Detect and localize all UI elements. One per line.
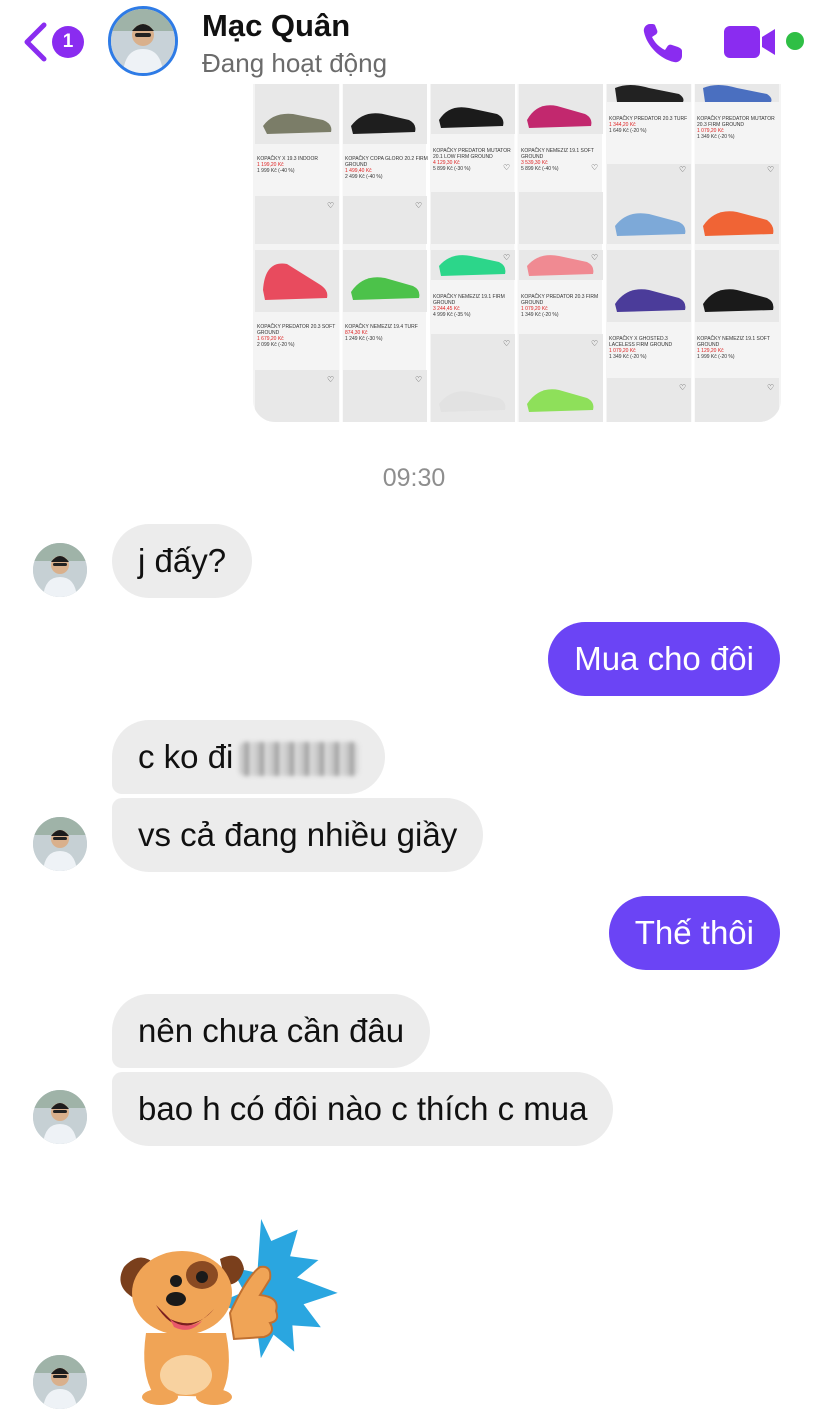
contact-avatar-small[interactable] (33, 1090, 87, 1144)
contact-name[interactable]: Mạc Quân (202, 8, 350, 44)
message-text: Thế thôi (634, 914, 754, 951)
product-info: KOPAČKY COPA GLORO 20.2 FIRM GROUND 1 49… (345, 156, 429, 180)
contact-avatar-small[interactable] (33, 1355, 87, 1409)
contact-avatar-small[interactable] (33, 817, 87, 871)
product-title: KOPAČKY COPA GLORO 20.2 FIRM GROUND (345, 156, 428, 168)
product-info: KOPAČKY X 19.3 INDOOR 1 199,20 Kč 1 999 … (257, 156, 341, 174)
svg-text:♡: ♡ (327, 375, 334, 384)
svg-text:♡: ♡ (679, 165, 686, 174)
product-old-price: 1 649 Kč (-20 %) (609, 128, 647, 134)
avatar-photo-icon (111, 9, 175, 73)
product-info: KOPAČKY PREDATOR 20.3 TURF 1 344,20 Kč 1… (609, 116, 693, 134)
online-status-dot (786, 32, 804, 50)
product-info: KOPAČKY PREDATOR MUTATOR 20.3 FIRM GROUN… (697, 116, 781, 140)
product-title: KOPAČKY PREDATOR MUTATOR 20.1 LOW FIRM G… (433, 148, 511, 160)
product-old-price: 4 999 Kč (-35 %) (433, 312, 471, 318)
product-old-price: 2 099 Kč (-20 %) (257, 342, 295, 348)
product-title: KOPAČKY NEMEZIZ 19.1 SOFT GROUND (521, 148, 594, 160)
back-button[interactable]: 1 (22, 22, 92, 62)
product-old-price: 2 499 Kč (-40 %) (345, 174, 383, 180)
back-chevron-icon (24, 22, 47, 62)
message-text: vs cả đang nhiều giầy (138, 816, 458, 853)
svg-text:♡: ♡ (503, 339, 510, 348)
product-info: KOPAČKY NEMEZIZ 19.1 FIRM GROUND 3 244,4… (433, 294, 517, 318)
product-title: KOPAČKY X GHOSTED.3 LACELESS FIRM GROUND (609, 336, 673, 348)
avatar-photo-icon (33, 543, 87, 597)
svg-text:♡: ♡ (415, 375, 422, 384)
dog-thumbs-up-sticker[interactable] (110, 1205, 355, 1405)
chat-header: 1 Mạc Quân Đang hoạt động (0, 0, 828, 84)
avatar-photo-icon (33, 1355, 87, 1409)
product-title: KOPAČKY PREDATOR 20.3 SOFT GROUND (257, 324, 336, 336)
product-info: KOPAČKY PREDATOR 20.3 FIRM GROUND 1 079,… (521, 294, 605, 318)
product-info: KOPAČKY NEMEZIZ 19.4 TURF 874,30 Kč 1 24… (345, 324, 429, 342)
product-old-price: 1 249 Kč (-30 %) (345, 336, 383, 342)
shared-image-shop-screenshot[interactable]: ♡ ♡ ♡ ♡ ♡ ♡ ♡ ♡ ♡ ♡ ♡ ♡ ♡ ♡ KOPAČKY X 19.3 INDO… (253, 84, 781, 422)
avatar-photo-icon (33, 817, 87, 871)
product-old-price: 1 349 Kč (-20 %) (697, 134, 735, 140)
incoming-message[interactable]: c ko đi (112, 720, 386, 794)
svg-text:♡: ♡ (503, 253, 510, 262)
product-old-price: 1 999 Kč (-20 %) (697, 354, 735, 360)
incoming-message[interactable]: vs cả đang nhiều giầy (112, 798, 484, 872)
outgoing-message[interactable]: Mua cho đôi (548, 622, 780, 696)
svg-text:♡: ♡ (679, 383, 686, 392)
incoming-message[interactable]: bao h có đôi nào c thích c mua (112, 1072, 614, 1146)
message-text: c ko đi (138, 738, 234, 775)
message-text: Mua cho đôi (574, 640, 754, 677)
phone-icon[interactable] (640, 20, 688, 66)
blurred-redaction (239, 742, 360, 777)
video-camera-icon[interactable] (722, 24, 778, 60)
message-timestamp: 09:30 (382, 464, 446, 492)
product-old-price: 5 899 Kč (-40 %) (521, 166, 559, 172)
product-old-price: 1 349 Kč (-20 %) (609, 354, 647, 360)
message-text: bao h có đôi nào c thích c mua (138, 1090, 588, 1127)
product-old-price: 1 999 Kč (-40 %) (257, 168, 295, 174)
message-text: j đấy? (138, 542, 227, 579)
contact-avatar[interactable] (108, 6, 178, 76)
svg-text:♡: ♡ (591, 253, 598, 262)
product-title: KOPAČKY PREDATOR MUTATOR 20.3 FIRM GROUN… (697, 116, 775, 128)
product-info: KOPAČKY NEMEZIZ 19.1 SOFT GROUND 3 539,3… (521, 148, 605, 172)
svg-text:♡: ♡ (415, 201, 422, 210)
product-old-price: 5 899 Kč (-30 %) (433, 166, 471, 172)
product-info: KOPAČKY NEMEZIZ 19.1 SOFT GROUND 1 129,2… (697, 336, 781, 360)
product-info: KOPAČKY X GHOSTED.3 LACELESS FIRM GROUND… (609, 336, 693, 360)
unread-count-badge: 1 (52, 26, 84, 58)
avatar-photo-icon (33, 1090, 87, 1144)
svg-text:♡: ♡ (591, 339, 598, 348)
active-status: Đang hoạt động (202, 48, 388, 78)
svg-text:♡: ♡ (327, 201, 334, 210)
outgoing-message[interactable]: Thế thôi (608, 896, 780, 970)
product-old-price: 1 349 Kč (-20 %) (521, 312, 559, 318)
product-title: KOPAČKY PREDATOR 20.3 FIRM GROUND (521, 294, 599, 306)
product-info: KOPAČKY PREDATOR MUTATOR 20.1 LOW FIRM G… (433, 148, 517, 172)
product-title: KOPAČKY NEMEZIZ 19.1 FIRM GROUND (433, 294, 505, 306)
svg-text:♡: ♡ (767, 383, 774, 392)
contact-avatar-small[interactable] (33, 543, 87, 597)
product-info: KOPAČKY PREDATOR 20.3 SOFT GROUND 1 679,… (257, 324, 341, 348)
incoming-message[interactable]: nên chưa cần đâu (112, 994, 431, 1068)
product-title: KOPAČKY NEMEZIZ 19.1 SOFT GROUND (697, 336, 770, 348)
message-text: nên chưa cần đâu (138, 1012, 405, 1049)
incoming-message[interactable]: j đấy? (112, 524, 253, 598)
svg-text:♡: ♡ (767, 165, 774, 174)
